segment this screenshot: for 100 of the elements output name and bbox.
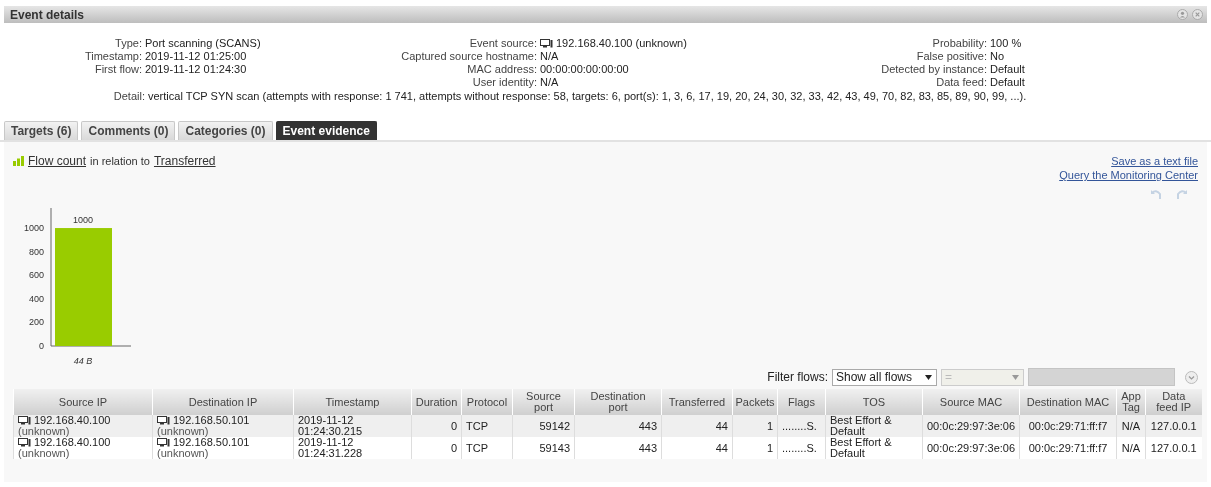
redo-icon[interactable] — [1176, 188, 1190, 200]
undo-icon[interactable] — [1148, 188, 1162, 200]
computer-icon — [157, 416, 170, 425]
table-cell: 443 — [574, 437, 662, 459]
field-label: Detail: — [112, 90, 145, 103]
metric-link[interactable]: Flow count — [28, 154, 87, 168]
table-cell: N/A — [1116, 415, 1146, 437]
table-cell: 0 — [411, 415, 462, 437]
column-header[interactable]: Source MAC — [922, 389, 1020, 415]
field-value: 2019-11-12 01:25:00 — [145, 50, 248, 63]
tab[interactable]: Targets (6) — [4, 121, 79, 140]
column-header[interactable]: Source port — [512, 389, 575, 415]
tab[interactable]: Categories (0) — [178, 121, 273, 140]
table-cell: ........S. — [777, 437, 826, 459]
window-title: Event details — [10, 7, 85, 22]
column-header[interactable]: Duration — [411, 389, 462, 415]
table-cell: 00:0c:29:71:ff:f7 — [1019, 415, 1117, 437]
field-value: Port scanning (SCANS) — [145, 37, 262, 50]
column-header[interactable]: Transferred — [661, 389, 733, 415]
table-cell: 192.168.50.101 (unknown) — [152, 415, 294, 437]
field-value: N/A — [540, 76, 560, 89]
column-header[interactable]: Source IP — [13, 389, 153, 415]
field-label: Data feed: — [935, 76, 987, 89]
caret-icon — [925, 374, 932, 380]
column-header[interactable]: Protocol — [461, 389, 513, 415]
field-value: N/A — [540, 50, 560, 63]
column-header[interactable]: TOS — [825, 389, 923, 415]
axis-tick-label: 800 — [28, 246, 44, 257]
table-cell: 00:0c:29:97:3e:06 — [922, 437, 1020, 459]
chevron-down-icon[interactable] — [1185, 370, 1198, 384]
field-label: Timestamp: — [83, 50, 142, 63]
field-value: vertical TCP SYN scan (attempts with response: 1 741, attempts without response: 58, targets: 6, port(s): 1, 3, 6, 17, 19, 20, 24, 30, 32, 33, 42, 43, 49, 70, 82, 83, 85, 89, 90, 99, ...). — [148, 90, 1027, 103]
table-cell: 1 — [732, 415, 778, 437]
computer-icon — [18, 438, 31, 447]
field-label: Event source: — [468, 37, 537, 50]
field-label: Type: — [114, 37, 142, 50]
field-label: User identity: — [471, 76, 537, 89]
link[interactable]: Save as a text file — [1111, 154, 1198, 168]
column-header[interactable]: Timestamp — [293, 389, 412, 415]
table-cell: 2019-11-12 01:24:31.228 — [293, 437, 412, 459]
column-header[interactable]: Destination IP — [152, 389, 294, 415]
table-cell: 44 — [661, 437, 733, 459]
table-cell: 44 — [661, 415, 733, 437]
field-value: 192.168.40.100 (unknown) — [540, 37, 790, 50]
caret-icon — [1012, 374, 1019, 380]
table-cell: N/A — [1116, 437, 1146, 459]
axis-tick-label: 200 — [28, 317, 44, 328]
column-header[interactable]: App Tag — [1116, 389, 1146, 415]
filter-select[interactable]: Show all flows — [832, 368, 937, 386]
table-cell: 00:0c:29:97:3e:06 — [922, 415, 1020, 437]
table-cell: 00:0c:29:71:ff:f7 — [1019, 437, 1117, 459]
computer-icon — [540, 39, 553, 48]
link[interactable]: Query the Monitoring Center — [1059, 168, 1198, 182]
user-icon[interactable] — [1177, 9, 1188, 20]
table-cell: 0 — [411, 437, 462, 459]
table-cell: TCP — [461, 415, 513, 437]
field-label: First flow: — [93, 63, 142, 76]
axis-tick-label: 1000 — [23, 223, 44, 234]
filter-label: Filter flows: — [767, 370, 828, 384]
field-label: Probability: — [931, 37, 987, 50]
axis-category-label: 44 B — [73, 356, 93, 366]
field-value: No — [990, 50, 1006, 63]
field-value: 00:00:00:00:00:00 — [540, 63, 630, 76]
table-cell: 192.168.50.101 (unknown) — [152, 437, 294, 459]
table-cell: 2019-11-12 01:24:30.215 — [293, 415, 412, 437]
axis-tick-label: 400 — [28, 293, 44, 304]
field-label: MAC address: — [466, 63, 537, 76]
table-cell: 192.168.40.100 (unknown) — [13, 437, 153, 459]
table-cell: Best Effort & Default — [825, 437, 923, 459]
column-header[interactable]: Packets — [732, 389, 778, 415]
field-value: 2019-11-12 01:24:30 — [145, 63, 248, 76]
column-header[interactable]: Destination port — [574, 389, 662, 415]
table-cell: TCP — [461, 437, 513, 459]
computer-icon — [157, 438, 170, 447]
computer-icon — [18, 416, 31, 425]
axis-tick-label: 600 — [28, 270, 44, 281]
column-header[interactable]: Flags — [777, 389, 826, 415]
table-cell: 59142 — [512, 415, 575, 437]
field-label: Detected by instance: — [880, 63, 987, 76]
table-cell: 127.0.0.1 — [1145, 437, 1202, 459]
field-label: False positive: — [915, 50, 987, 63]
table-cell: 127.0.0.1 — [1145, 415, 1202, 437]
table-cell: ........S. — [777, 415, 826, 437]
axis-tick-label: 0 — [39, 341, 44, 351]
dimension-link[interactable]: Transferred — [153, 154, 216, 168]
bar-chart-icon — [13, 156, 24, 166]
field-label: Captured source hostname: — [400, 50, 537, 63]
field-value: Default — [990, 63, 1026, 76]
table-cell: 443 — [574, 415, 662, 437]
table-cell: Best Effort & Default — [825, 415, 923, 437]
table-cell: 1 — [732, 437, 778, 459]
column-header[interactable]: Destination MAC — [1019, 389, 1117, 415]
column-header[interactable]: Data feed IP — [1145, 389, 1202, 415]
data-label: 1000 — [73, 215, 93, 226]
tab[interactable]: Event evidence — [275, 121, 377, 140]
filter-input[interactable] — [1028, 368, 1175, 386]
close-icon[interactable] — [1192, 9, 1203, 20]
field-value: Default — [990, 76, 1026, 89]
table-cell: 192.168.40.100 (unknown) — [13, 415, 153, 437]
tab[interactable]: Comments (0) — [81, 121, 176, 140]
